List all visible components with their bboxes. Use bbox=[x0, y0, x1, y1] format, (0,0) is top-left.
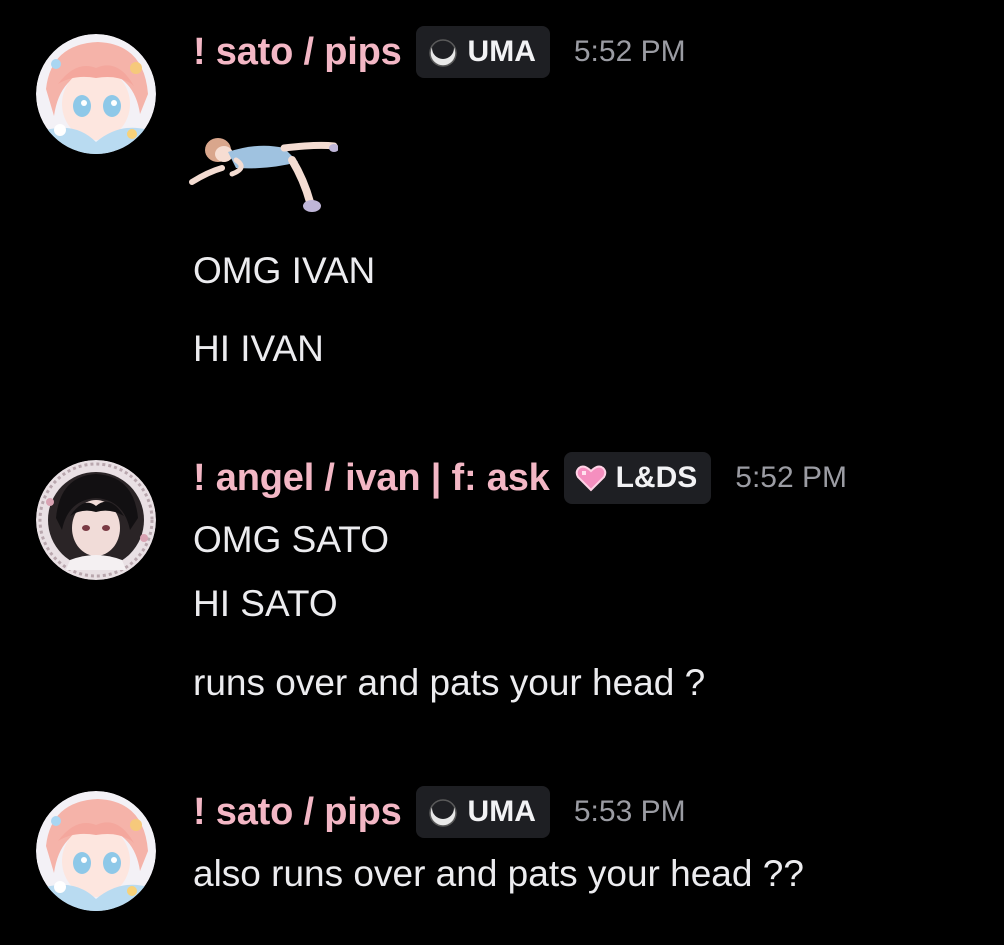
server-tag-label: UMA bbox=[467, 795, 536, 828]
message-header: ! angel / ivan | f: ask L&DS 5:52 PM bbox=[193, 450, 847, 506]
pink-heart-icon bbox=[574, 461, 608, 495]
message-text: also runs over and pats your head ?? bbox=[193, 853, 804, 894]
timestamp: 5:53 PM bbox=[573, 795, 686, 828]
server-tag-label: L&DS bbox=[615, 461, 698, 494]
lying-girl-sticker[interactable] bbox=[188, 122, 339, 222]
username[interactable]: ! angel / ivan | f: ask bbox=[193, 457, 550, 500]
avatar-sato[interactable] bbox=[36, 791, 156, 911]
timestamp: 5:52 PM bbox=[735, 461, 847, 494]
message-text: runs over and pats your head ? bbox=[193, 662, 706, 703]
timestamp: 5:52 PM bbox=[573, 35, 686, 68]
avatar-angel[interactable] bbox=[36, 460, 156, 580]
username[interactable]: ! sato / pips bbox=[193, 31, 402, 74]
message-text: HI SATO bbox=[193, 583, 338, 624]
message-header: ! sato / pips UMA 5:52 PM bbox=[193, 24, 686, 80]
server-tag-label: UMA bbox=[467, 35, 536, 68]
message-text: OMG SATO bbox=[193, 519, 389, 560]
message-text: OMG IVAN bbox=[193, 250, 376, 291]
server-tag[interactable]: L&DS bbox=[563, 452, 712, 504]
message-text: HI IVAN bbox=[193, 328, 324, 369]
username[interactable]: ! sato / pips bbox=[193, 791, 402, 834]
crescent-moon-icon bbox=[426, 35, 460, 69]
server-tag[interactable]: UMA bbox=[415, 786, 550, 838]
avatar-sato[interactable] bbox=[36, 34, 156, 154]
crescent-moon-icon bbox=[426, 795, 460, 829]
message-header: ! sato / pips UMA 5:53 PM bbox=[193, 784, 686, 840]
server-tag[interactable]: UMA bbox=[415, 26, 550, 78]
